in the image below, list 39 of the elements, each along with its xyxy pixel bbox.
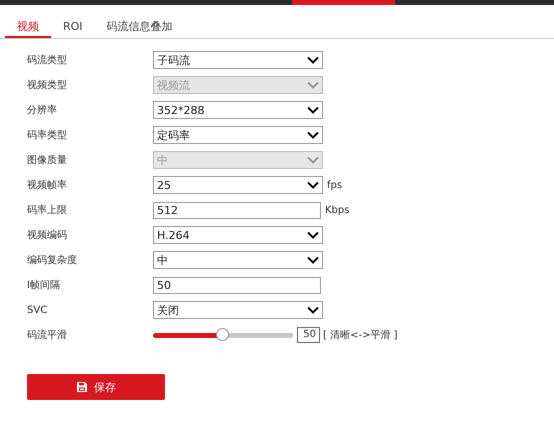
- unit-label: Kbps: [325, 204, 350, 216]
- dropdown[interactable]: 关闭: [153, 301, 323, 319]
- tab[interactable]: ROI: [51, 18, 95, 38]
- field-label: 视频帧率: [27, 178, 68, 192]
- value-field[interactable]: 50: [297, 327, 320, 343]
- chevron-down-icon: [307, 106, 319, 114]
- slider-hint: [ 清晰<->平滑 ]: [323, 328, 398, 342]
- field-label: SVC: [27, 304, 48, 316]
- field-label: 图像质量: [27, 154, 68, 167]
- field-label: 视频编码: [27, 228, 68, 242]
- unit-label: fps: [327, 180, 342, 190]
- chevron-down-icon: [307, 56, 319, 64]
- field-label: 码流平滑: [27, 328, 68, 342]
- dropdown[interactable]: H.264: [153, 226, 323, 244]
- chevron-down-icon: [307, 306, 319, 314]
- chevron-down-icon: [307, 131, 319, 139]
- tab[interactable]: 码流信息叠加: [94, 18, 185, 38]
- dropdown[interactable]: 352*288: [153, 101, 323, 119]
- chevron-down-icon: [307, 256, 319, 264]
- dropdown[interactable]: 子码流: [153, 51, 323, 69]
- field-label: 码率上限: [27, 204, 68, 217]
- dropdown[interactable]: 中: [153, 251, 323, 269]
- field-label: 码流类型: [27, 54, 68, 67]
- chevron-down-icon: [307, 231, 319, 239]
- field-label: 编码复杂度: [27, 254, 78, 267]
- input-field[interactable]: 50: [153, 276, 321, 294]
- dropdown[interactable]: 定码率: [153, 126, 323, 144]
- input-field[interactable]: 512: [153, 202, 321, 218]
- dropdown[interactable]: 25: [153, 176, 323, 194]
- field-label: 码率类型: [27, 128, 68, 142]
- tab[interactable]: 视频: [5, 18, 51, 38]
- chevron-down-icon: [307, 181, 319, 189]
- save-button[interactable]: 保存: [27, 374, 165, 400]
- field-label: 视频类型: [27, 78, 68, 92]
- field-label: I帧间隔: [27, 278, 61, 292]
- chevron-down-icon: [307, 156, 319, 164]
- chevron-down-icon: [307, 81, 319, 89]
- field-label: 分辨率: [27, 104, 58, 117]
- slider-handle[interactable]: [216, 328, 229, 340]
